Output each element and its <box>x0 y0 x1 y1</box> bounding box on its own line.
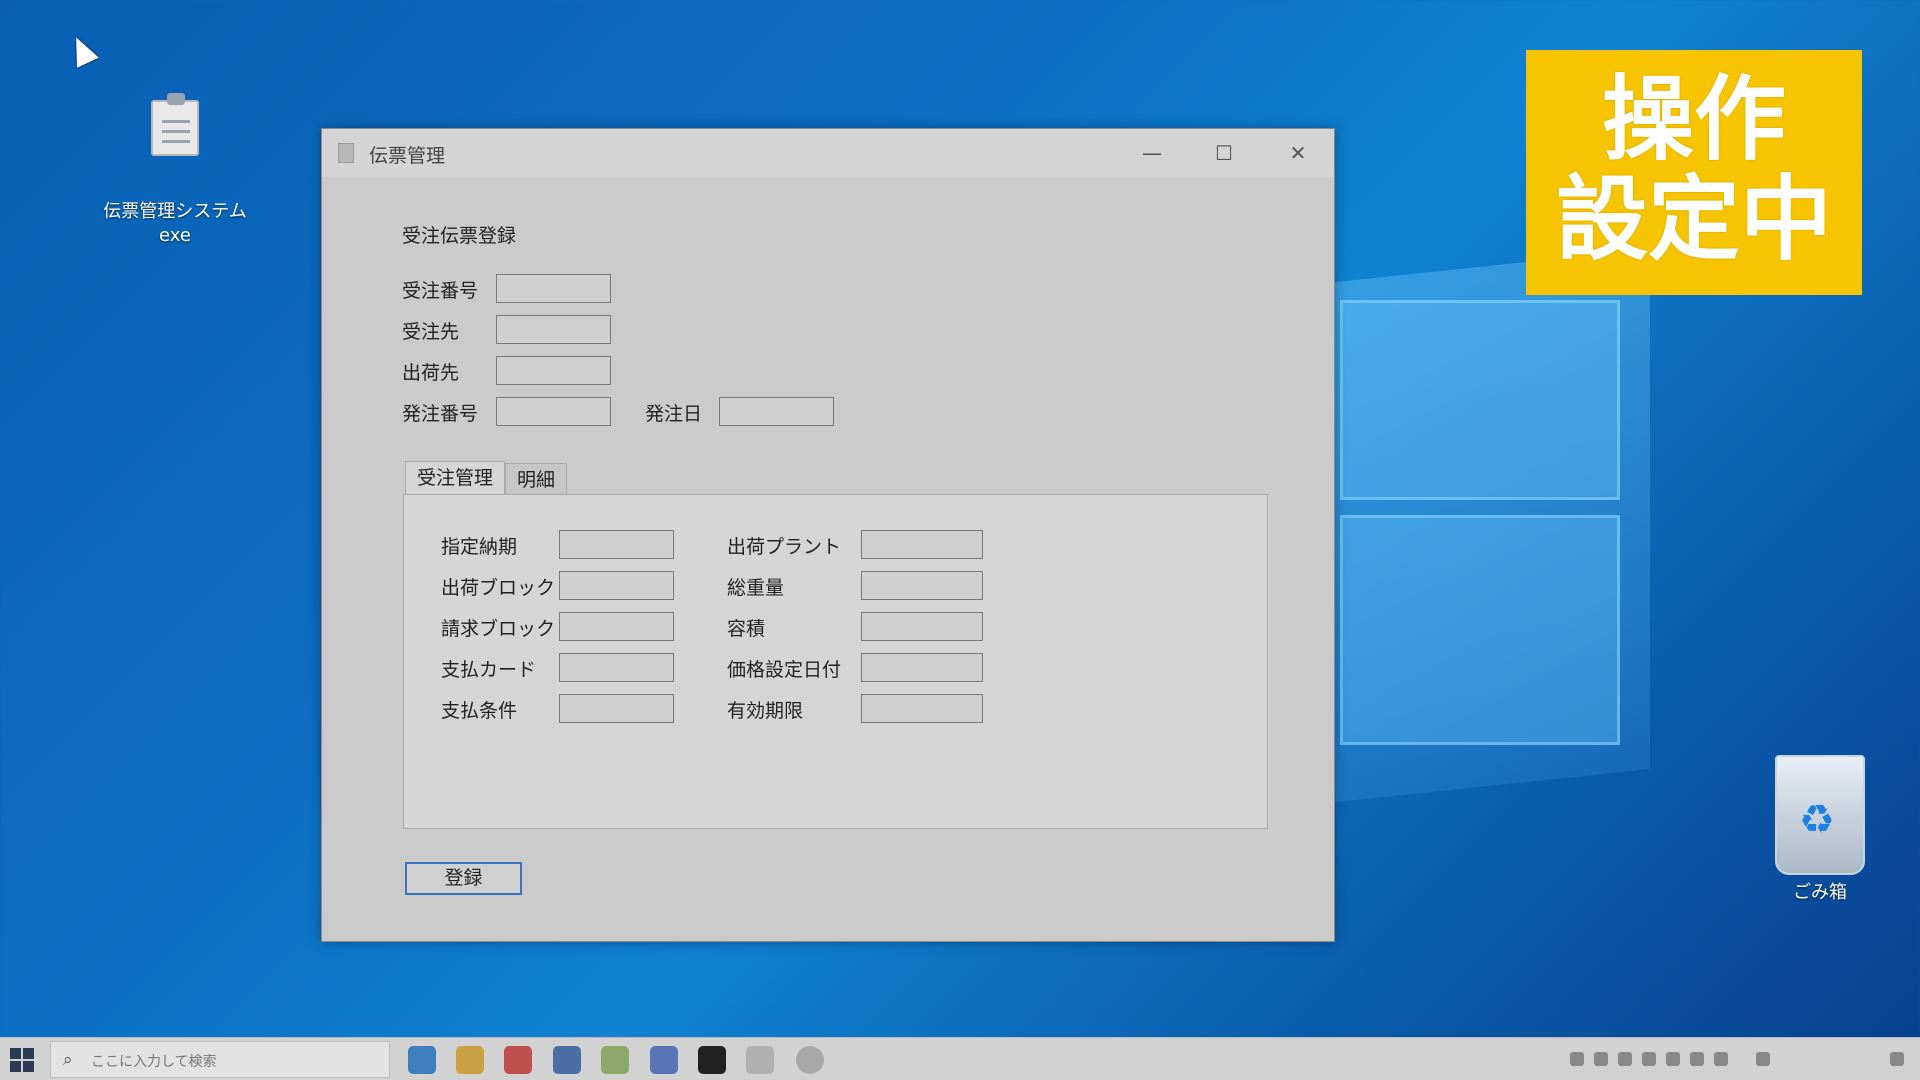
tab-details[interactable]: 明細 <box>505 463 567 497</box>
gross-weight-input[interactable] <box>861 571 983 600</box>
price-date-label: 価格設定日付 <box>727 659 842 681</box>
minimize-button[interactable]: — <box>1116 129 1188 177</box>
tray-wifi-icon[interactable] <box>1690 1052 1704 1066</box>
expiry-input[interactable] <box>861 694 983 723</box>
notification-icon[interactable] <box>1890 1052 1904 1066</box>
visual-studio-icon[interactable] <box>553 1046 581 1074</box>
payment-terms-label: 支払条件 <box>441 700 518 722</box>
bill-block-input[interactable] <box>559 612 674 641</box>
volume-label: 容積 <box>727 618 766 640</box>
expiry-label: 有効期限 <box>727 700 804 722</box>
po-number-label: 発注番号 <box>402 403 479 425</box>
ship-to-input[interactable] <box>496 356 611 385</box>
app-icon-grey[interactable] <box>746 1046 774 1074</box>
customer-input[interactable] <box>496 315 611 344</box>
search-placeholder: ここに入力して検索 <box>91 1054 217 1070</box>
ship-plant-label: 出荷プラント <box>727 536 842 558</box>
desktop-icon-ext: exe <box>159 225 191 246</box>
store-icon[interactable] <box>504 1046 532 1074</box>
zoom-icon[interactable] <box>650 1046 678 1074</box>
tray-cloud-icon[interactable] <box>1618 1052 1632 1066</box>
window-titlebar[interactable]: 伝票管理 — ☐ ✕ <box>322 129 1334 177</box>
file-explorer-icon[interactable] <box>456 1046 484 1074</box>
status-overlay-badge: 操作 設定中 <box>1526 50 1862 295</box>
price-date-input[interactable] <box>861 653 983 682</box>
gross-weight-label: 総重量 <box>727 577 785 599</box>
order-number-label: 受注番号 <box>402 280 479 302</box>
customer-label: 受注先 <box>402 321 460 343</box>
desktop-icon-recycle-bin[interactable]: ♻ ごみ箱 <box>1755 755 1885 905</box>
delivery-date-label: 指定納期 <box>441 536 518 558</box>
ship-plant-input[interactable] <box>861 530 983 559</box>
tray-network-icon[interactable] <box>1594 1052 1608 1066</box>
po-date-input[interactable] <box>719 397 834 426</box>
desktop-icon-voucher-system[interactable]: 伝票管理システム exe <box>95 60 255 248</box>
delivery-date-input[interactable] <box>559 530 674 559</box>
bill-block-label: 請求ブロック <box>441 618 556 640</box>
po-date-label: 発注日 <box>645 403 703 425</box>
voucher-window: 伝票管理 — ☐ ✕ 受注伝票登録 受注番号 受注先 出荷先 発注番号 発注日 … <box>321 128 1335 942</box>
desktop-window-pane <box>1340 300 1620 500</box>
tray-chevron-icon[interactable] <box>1570 1052 1584 1066</box>
ship-block-input[interactable] <box>559 571 674 600</box>
tray-battery-icon[interactable] <box>1666 1052 1680 1066</box>
taskbar: ⌕ ここに入力して検索 <box>0 1037 1920 1080</box>
order-number-input[interactable] <box>496 274 611 303</box>
tray-mic-icon[interactable] <box>1642 1052 1656 1066</box>
ship-to-label: 出荷先 <box>402 362 460 384</box>
close-button[interactable]: ✕ <box>1262 129 1334 177</box>
recycle-bin-icon: ♻ <box>1775 755 1865 875</box>
app-icon-black[interactable] <box>698 1046 726 1074</box>
search-icon: ⌕ <box>63 1050 73 1070</box>
chrome-icon[interactable] <box>601 1046 629 1074</box>
system-tray <box>1570 1038 1910 1080</box>
payment-card-input[interactable] <box>559 653 674 682</box>
windows-start-icon[interactable] <box>10 1048 34 1072</box>
tray-onedrive-icon[interactable] <box>1756 1052 1770 1066</box>
taskbar-search-box[interactable]: ⌕ ここに入力して検索 <box>50 1041 390 1078</box>
po-number-input[interactable] <box>496 397 611 426</box>
tab-order-management[interactable]: 受注管理 <box>405 461 505 495</box>
mouse-cursor-icon <box>65 32 99 68</box>
clipboard-icon <box>151 93 199 156</box>
badge-line1: 操作 <box>1601 66 1786 173</box>
payment-card-label: 支払カード <box>441 659 537 681</box>
edge-browser-icon[interactable] <box>408 1046 436 1074</box>
window-title: 伝票管理 <box>369 145 446 167</box>
volume-input[interactable] <box>861 612 983 641</box>
register-button[interactable]: 登録 <box>405 862 522 895</box>
payment-terms-input[interactable] <box>559 694 674 723</box>
desktop-window-pane <box>1340 515 1620 745</box>
app-icon-circle[interactable] <box>796 1046 824 1074</box>
desktop-icon-label: 伝票管理システム <box>103 201 247 222</box>
badge-line2: 設定中 <box>1555 166 1832 273</box>
app-icon <box>338 143 354 163</box>
tray-volume-icon[interactable] <box>1714 1052 1728 1066</box>
recycle-bin-label: ごみ箱 <box>1793 882 1847 903</box>
maximize-button[interactable]: ☐ <box>1188 129 1260 177</box>
ship-block-label: 出荷ブロック <box>441 577 556 599</box>
form-heading: 受注伝票登録 <box>402 225 517 247</box>
